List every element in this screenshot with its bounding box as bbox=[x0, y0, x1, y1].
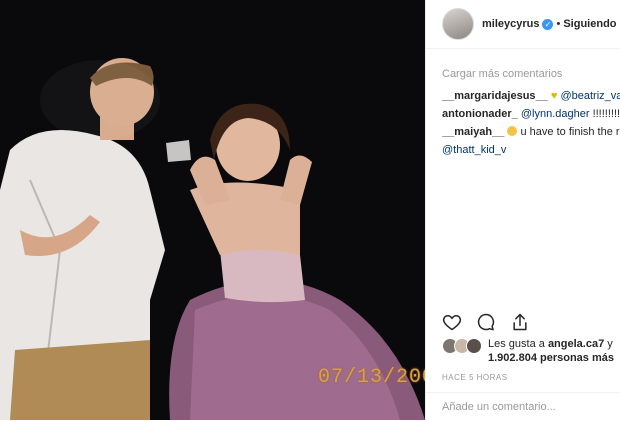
comment-item-continued: @thatt_kid_v bbox=[442, 144, 620, 157]
comment-mention[interactable]: @lynn.dagher bbox=[521, 108, 590, 120]
verified-badge-icon: ✓ bbox=[542, 18, 554, 30]
likes-summary: Les gusta a angela.ca7 y 1.902.804 perso… bbox=[442, 337, 614, 365]
heart-icon[interactable] bbox=[442, 312, 462, 332]
comment-username[interactable]: antonionader_ bbox=[442, 108, 518, 120]
photo-illustration bbox=[0, 0, 425, 420]
comment-username[interactable]: __maiyah__ bbox=[442, 126, 504, 138]
post-side-panel: mileycyrus ✓ • Siguiendo Cargar más come… bbox=[425, 0, 620, 420]
liker-avatar bbox=[466, 338, 482, 354]
comments-list: __margaridajesus__ ♥ @beatriz_va antonio… bbox=[442, 90, 620, 162]
username-link[interactable]: mileycyrus bbox=[482, 18, 539, 30]
post-timestamp[interactable]: HACE 5 HORAS bbox=[442, 373, 508, 382]
comment-text: u have to finish the r bbox=[517, 126, 620, 138]
following-button[interactable]: Siguiendo bbox=[563, 18, 616, 30]
likes-count-link[interactable]: 1.902.804 personas más bbox=[488, 352, 614, 364]
liker-avatars bbox=[442, 338, 482, 354]
comment-mention[interactable]: @beatriz_va bbox=[560, 90, 620, 102]
comment-bubble-icon[interactable] bbox=[476, 312, 496, 332]
liker-username-link[interactable]: angela.ca7 bbox=[548, 338, 604, 350]
likes-connector: y bbox=[604, 338, 613, 350]
likes-text: Les gusta a angela.ca7 y 1.902.804 perso… bbox=[488, 337, 614, 365]
share-icon[interactable] bbox=[510, 312, 530, 332]
post-header: mileycyrus ✓ • Siguiendo bbox=[426, 0, 620, 49]
comment-mention[interactable]: @thatt_kid_v bbox=[442, 144, 506, 156]
comment-item: __maiyah__ u have to finish the r bbox=[442, 126, 620, 139]
yellow-heart-icon: ♥ bbox=[550, 90, 558, 102]
post-photo[interactable]: 07/13/2009 bbox=[0, 0, 425, 420]
comment-text: !!!!!!!!!! bbox=[589, 108, 620, 120]
comment-item: __margaridajesus__ ♥ @beatriz_va bbox=[442, 90, 620, 103]
crying-face-icon bbox=[507, 126, 518, 136]
add-comment-box[interactable]: Añade un comentario... bbox=[426, 392, 620, 421]
header-separator: • bbox=[556, 18, 561, 30]
load-more-comments-link[interactable]: Cargar más comentarios bbox=[442, 68, 562, 80]
instagram-post: 07/13/2009 mileycyrus ✓ • Siguiendo Carg… bbox=[0, 0, 620, 420]
add-comment-input[interactable]: Añade un comentario... bbox=[442, 401, 556, 413]
user-avatar[interactable] bbox=[442, 8, 474, 40]
likes-prefix: Les gusta a bbox=[488, 338, 548, 350]
photo-date-stamp: 07/13/2009 bbox=[318, 366, 425, 389]
comment-item: antonionader_ @lynn.dagher !!!!!!!!!! bbox=[442, 108, 620, 121]
post-actions bbox=[442, 312, 530, 332]
comment-username[interactable]: __margaridajesus__ bbox=[442, 90, 548, 102]
